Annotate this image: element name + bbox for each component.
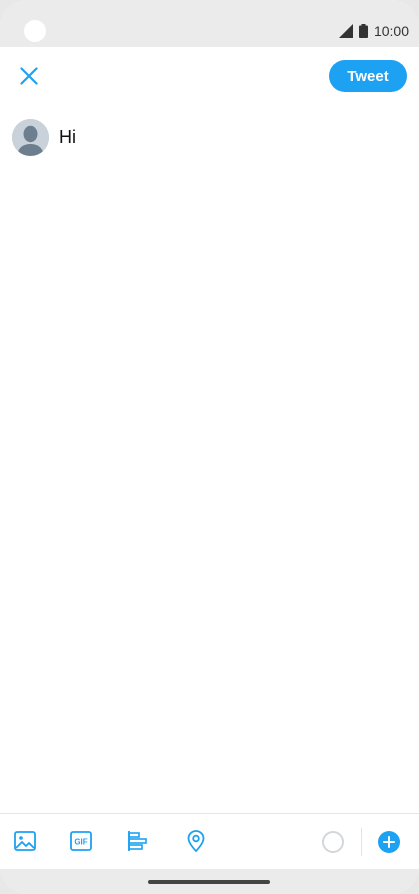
character-count-ring	[322, 831, 344, 853]
poll-icon	[128, 831, 147, 851]
compose-header: Tweet	[0, 47, 419, 105]
front-camera	[24, 20, 46, 42]
compose-area: Hi	[12, 119, 407, 156]
compose-toolbar: GIF	[0, 813, 419, 870]
status-time: 10:00	[373, 23, 409, 39]
default-avatar-icon	[12, 119, 49, 156]
add-image-button[interactable]	[12, 828, 38, 854]
home-indicator[interactable]	[148, 880, 270, 884]
add-location-button[interactable]	[183, 828, 209, 854]
status-icons: 10:00	[338, 22, 409, 40]
location-icon	[187, 830, 205, 853]
tweet-button[interactable]: Tweet	[329, 60, 407, 92]
gif-label: GIF	[74, 838, 87, 847]
signal-icon	[338, 24, 353, 38]
tweet-text-input[interactable]: Hi	[59, 127, 159, 148]
close-icon	[20, 67, 38, 85]
gif-icon: GIF	[70, 831, 92, 851]
status-bar: 10:00	[0, 0, 419, 47]
toolbar-divider	[361, 828, 362, 856]
add-thread-icon	[383, 836, 395, 848]
image-icon	[14, 831, 36, 851]
battery-icon	[358, 24, 368, 38]
system-nav-bar	[0, 869, 419, 894]
add-gif-button[interactable]: GIF	[68, 828, 94, 854]
close-button[interactable]	[14, 61, 44, 91]
avatar	[12, 119, 49, 156]
phone-screen: 10:00 Tweet Hi GIF	[0, 0, 419, 894]
add-thread-button[interactable]	[378, 831, 400, 853]
tweet-button-label: Tweet	[347, 67, 389, 85]
add-poll-button[interactable]	[125, 828, 151, 854]
